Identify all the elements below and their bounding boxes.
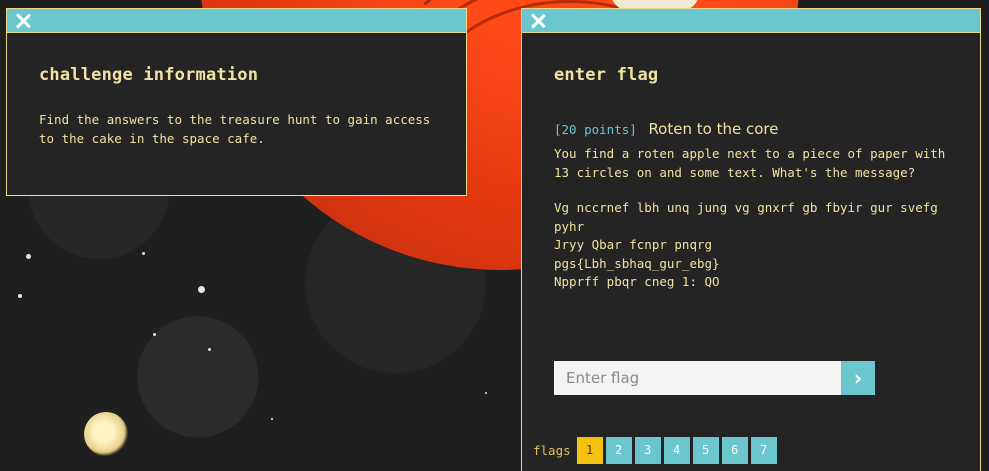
- chevron-right-icon: ›: [853, 366, 863, 390]
- close-icon[interactable]: [13, 11, 33, 31]
- cipher-line: Vg nccrnef lbh unq jung vg gnxrf gb fbyi…: [554, 200, 946, 234]
- submit-button[interactable]: ›: [841, 361, 875, 395]
- panel-title-bar: [522, 9, 980, 33]
- panel-title: challenge information: [39, 65, 259, 85]
- flag-tab-4[interactable]: 4: [663, 437, 690, 464]
- cipher-line: Jryy Qbar fcnpr pnqrg: [554, 237, 713, 252]
- star: [26, 254, 31, 259]
- cipher-line: Npprff pbqr cneg 1: QO: [554, 274, 720, 289]
- flag-tab-1[interactable]: 1: [576, 437, 603, 464]
- challenge-header: [20 points] Roten to the core: [554, 119, 778, 138]
- panel-title: enter flag: [554, 65, 659, 85]
- star: [18, 294, 22, 298]
- enter-flag-panel: enter flag [20 points] Roten to the core…: [521, 8, 981, 471]
- flag-tabs: flags 1 2 3 4 5 6 7: [533, 437, 780, 464]
- close-icon[interactable]: [528, 11, 548, 31]
- flag-tab-5[interactable]: 5: [692, 437, 719, 464]
- star: [271, 418, 273, 420]
- challenge-description: Find the answers to the treasure hunt to…: [39, 112, 431, 146]
- cipher-line: pgs{Lbh_sbhaq_gur_ebg}: [554, 255, 720, 271]
- star: [153, 333, 156, 336]
- cipher-text: Vg nccrnef lbh unq jung vg gnxrf gb fbyi…: [554, 199, 964, 292]
- small-moon: [84, 412, 128, 456]
- flags-label: flags: [533, 443, 571, 458]
- star: [485, 392, 487, 394]
- star: [208, 348, 211, 351]
- challenge-description: You find a roten apple next to a piece o…: [554, 146, 946, 180]
- panel-title-bar: [7, 9, 466, 33]
- challenge-information-panel: challenge information Find the answers t…: [6, 8, 467, 196]
- flag-tab-2[interactable]: 2: [605, 437, 632, 464]
- flag-tab-3[interactable]: 3: [634, 437, 661, 464]
- flag-input[interactable]: [554, 361, 841, 395]
- star: [142, 252, 145, 255]
- challenge-name: Roten to the core: [648, 120, 779, 138]
- star: [198, 286, 205, 293]
- flag-tab-7[interactable]: 7: [750, 437, 777, 464]
- flag-form: ›: [554, 361, 875, 395]
- points-badge: [20 points]: [554, 122, 637, 137]
- flag-tab-6[interactable]: 6: [721, 437, 748, 464]
